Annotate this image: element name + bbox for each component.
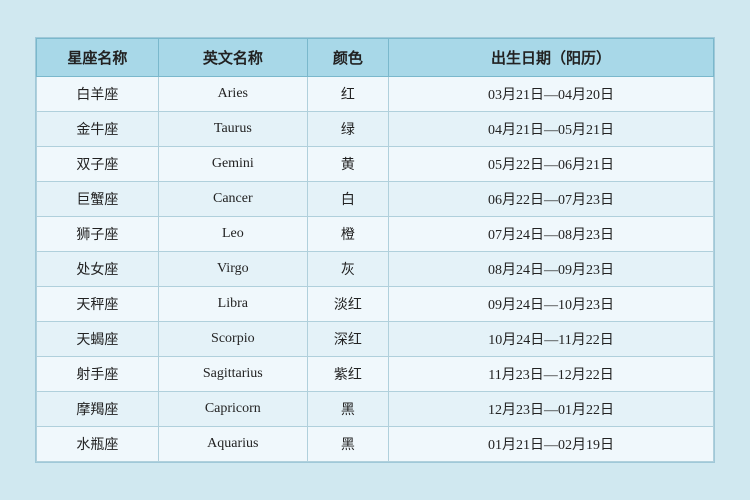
cell-color: 深红 bbox=[307, 322, 388, 357]
table-row: 金牛座Taurus绿04月21日—05月21日 bbox=[37, 112, 714, 147]
cell-date: 01月21日—02月19日 bbox=[389, 427, 714, 462]
cell-chinese: 摩羯座 bbox=[37, 392, 159, 427]
table-row: 射手座Sagittarius紫红11月23日—12月22日 bbox=[37, 357, 714, 392]
cell-chinese: 水瓶座 bbox=[37, 427, 159, 462]
cell-chinese: 双子座 bbox=[37, 147, 159, 182]
cell-color: 橙 bbox=[307, 217, 388, 252]
table-row: 处女座Virgo灰08月24日—09月23日 bbox=[37, 252, 714, 287]
cell-color: 黄 bbox=[307, 147, 388, 182]
cell-color: 绿 bbox=[307, 112, 388, 147]
table-row: 狮子座Leo橙07月24日—08月23日 bbox=[37, 217, 714, 252]
cell-chinese: 巨蟹座 bbox=[37, 182, 159, 217]
table-row: 天秤座Libra淡红09月24日—10月23日 bbox=[37, 287, 714, 322]
cell-chinese: 狮子座 bbox=[37, 217, 159, 252]
cell-english: Libra bbox=[158, 287, 307, 322]
cell-english: Gemini bbox=[158, 147, 307, 182]
cell-date: 05月22日—06月21日 bbox=[389, 147, 714, 182]
cell-color: 紫红 bbox=[307, 357, 388, 392]
table-row: 水瓶座Aquarius黑01月21日—02月19日 bbox=[37, 427, 714, 462]
cell-english: Aquarius bbox=[158, 427, 307, 462]
cell-date: 11月23日—12月22日 bbox=[389, 357, 714, 392]
cell-color: 红 bbox=[307, 77, 388, 112]
zodiac-table-container: 星座名称 英文名称 颜色 出生日期（阳历） 白羊座Aries红03月21日—04… bbox=[35, 37, 715, 463]
table-row: 白羊座Aries红03月21日—04月20日 bbox=[37, 77, 714, 112]
cell-english: Capricorn bbox=[158, 392, 307, 427]
cell-date: 08月24日—09月23日 bbox=[389, 252, 714, 287]
header-date: 出生日期（阳历） bbox=[389, 39, 714, 77]
zodiac-table: 星座名称 英文名称 颜色 出生日期（阳历） 白羊座Aries红03月21日—04… bbox=[36, 38, 714, 462]
cell-chinese: 处女座 bbox=[37, 252, 159, 287]
cell-color: 灰 bbox=[307, 252, 388, 287]
cell-chinese: 天蝎座 bbox=[37, 322, 159, 357]
cell-color: 黑 bbox=[307, 427, 388, 462]
cell-chinese: 白羊座 bbox=[37, 77, 159, 112]
cell-english: Virgo bbox=[158, 252, 307, 287]
cell-date: 03月21日—04月20日 bbox=[389, 77, 714, 112]
table-row: 双子座Gemini黄05月22日—06月21日 bbox=[37, 147, 714, 182]
cell-english: Aries bbox=[158, 77, 307, 112]
cell-color: 淡红 bbox=[307, 287, 388, 322]
cell-date: 04月21日—05月21日 bbox=[389, 112, 714, 147]
cell-english: Scorpio bbox=[158, 322, 307, 357]
cell-color: 黑 bbox=[307, 392, 388, 427]
cell-english: Cancer bbox=[158, 182, 307, 217]
cell-date: 07月24日—08月23日 bbox=[389, 217, 714, 252]
cell-english: Taurus bbox=[158, 112, 307, 147]
cell-date: 09月24日—10月23日 bbox=[389, 287, 714, 322]
cell-chinese: 天秤座 bbox=[37, 287, 159, 322]
cell-chinese: 射手座 bbox=[37, 357, 159, 392]
cell-chinese: 金牛座 bbox=[37, 112, 159, 147]
cell-date: 10月24日—11月22日 bbox=[389, 322, 714, 357]
table-header-row: 星座名称 英文名称 颜色 出生日期（阳历） bbox=[37, 39, 714, 77]
cell-color: 白 bbox=[307, 182, 388, 217]
header-chinese: 星座名称 bbox=[37, 39, 159, 77]
table-row: 摩羯座Capricorn黑12月23日—01月22日 bbox=[37, 392, 714, 427]
table-row: 巨蟹座Cancer白06月22日—07月23日 bbox=[37, 182, 714, 217]
cell-date: 12月23日—01月22日 bbox=[389, 392, 714, 427]
cell-english: Sagittarius bbox=[158, 357, 307, 392]
cell-date: 06月22日—07月23日 bbox=[389, 182, 714, 217]
header-color: 颜色 bbox=[307, 39, 388, 77]
header-english: 英文名称 bbox=[158, 39, 307, 77]
table-row: 天蝎座Scorpio深红10月24日—11月22日 bbox=[37, 322, 714, 357]
cell-english: Leo bbox=[158, 217, 307, 252]
